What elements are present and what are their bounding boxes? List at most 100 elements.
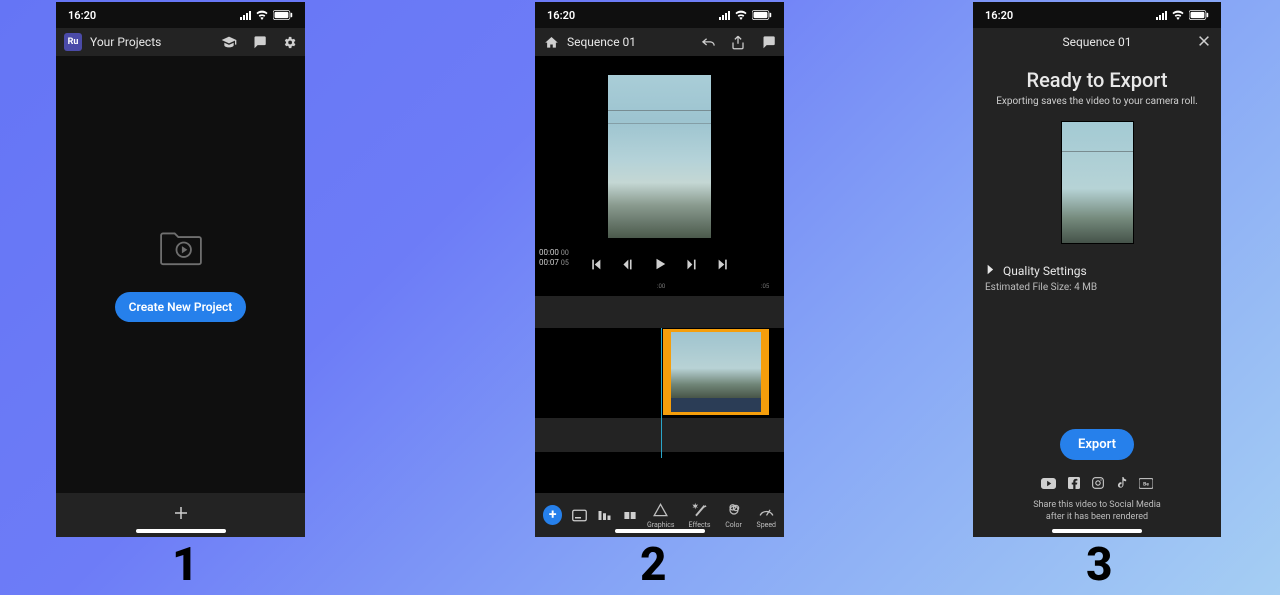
timeline[interactable] xyxy=(535,296,784,493)
quality-settings-row[interactable]: Quality Settings xyxy=(985,264,1209,278)
home-indicator xyxy=(136,529,226,533)
status-time: 16:20 xyxy=(68,9,96,22)
clip-audio xyxy=(666,398,766,412)
wifi-icon xyxy=(255,10,269,20)
clip-trim-right[interactable] xyxy=(761,332,769,412)
clip-thumbnails xyxy=(666,332,766,398)
battery-icon xyxy=(1189,10,1209,20)
timecode: 00:00 00 00:07 05 xyxy=(539,248,569,268)
color-icon xyxy=(725,501,743,519)
status-icons xyxy=(240,10,293,20)
battery-icon xyxy=(752,10,772,20)
ruler-mark: :05 xyxy=(761,283,769,290)
create-project-button[interactable]: Create New Project xyxy=(115,292,247,322)
clip-trim-left[interactable] xyxy=(663,332,671,412)
time-current-frames: 00 xyxy=(561,249,569,257)
editor-screen: 16:20 Sequence 01 00:00 00 00:07 05 xyxy=(535,2,784,537)
instagram-icon[interactable] xyxy=(1092,474,1104,493)
color-label: Color xyxy=(725,521,742,529)
video-preview[interactable] xyxy=(608,75,711,238)
crop-icon[interactable] xyxy=(621,506,639,524)
wifi-icon xyxy=(734,10,748,20)
step-number-2: 2 xyxy=(640,538,667,592)
wifi-icon xyxy=(1171,10,1185,20)
graphics-tool[interactable]: Graphics xyxy=(647,501,675,529)
chat-icon[interactable] xyxy=(760,34,776,50)
editor-topbar: Sequence 01 xyxy=(535,28,784,56)
skip-start-icon[interactable] xyxy=(588,256,604,272)
effects-icon xyxy=(691,501,709,519)
share-note-line1: Share this video to Social Media xyxy=(985,499,1209,511)
close-icon[interactable] xyxy=(1197,34,1211,51)
sequence-title: Sequence 01 xyxy=(567,35,636,49)
ruler-mark: :00 xyxy=(657,283,665,290)
speed-tool[interactable]: Speed xyxy=(757,501,776,529)
undo-icon[interactable] xyxy=(700,34,716,50)
graphics-icon xyxy=(652,501,670,519)
skip-end-icon[interactable] xyxy=(716,256,732,272)
titles-icon[interactable] xyxy=(570,506,588,524)
status-icons xyxy=(719,10,772,20)
transitions-icon[interactable] xyxy=(596,506,614,524)
export-heading: Ready to Export xyxy=(985,68,1209,92)
status-time: 16:20 xyxy=(547,9,575,22)
preview-area xyxy=(535,56,784,246)
empty-track-top[interactable] xyxy=(535,296,784,328)
home-icon[interactable] xyxy=(543,34,559,50)
gear-icon[interactable] xyxy=(281,34,297,50)
export-topbar: Sequence 01 xyxy=(973,28,1221,56)
video-clip[interactable] xyxy=(663,329,769,415)
app-logo[interactable]: Ru xyxy=(64,33,82,51)
cellular-icon xyxy=(719,11,730,20)
add-icon[interactable] xyxy=(172,504,190,526)
status-bar: 16:20 xyxy=(535,2,784,28)
projects-title: Your Projects xyxy=(90,35,161,49)
export-thumbnail xyxy=(1061,121,1134,244)
svg-text:Be: Be xyxy=(1143,481,1149,487)
status-bar: 16:20 xyxy=(56,2,305,28)
effects-label: Effects xyxy=(689,521,711,529)
step-forward-icon[interactable] xyxy=(684,256,700,272)
graphics-label: Graphics xyxy=(647,521,675,529)
empty-track-bottom[interactable] xyxy=(535,418,784,452)
facebook-icon[interactable] xyxy=(1068,474,1080,493)
home-indicator xyxy=(615,529,705,533)
export-button[interactable]: Export xyxy=(1060,429,1134,460)
youtube-icon[interactable] xyxy=(1041,474,1056,493)
color-tool[interactable]: Color xyxy=(725,501,743,529)
social-icons: Be xyxy=(985,474,1209,493)
chat-icon[interactable] xyxy=(251,34,267,50)
battery-icon xyxy=(273,10,293,20)
export-subtitle: Exporting saves the video to your camera… xyxy=(985,96,1209,107)
speed-label: Speed xyxy=(757,521,776,529)
time-total: 00:07 xyxy=(539,258,559,267)
projects-body: Create New Project xyxy=(56,56,305,537)
app-logo-text: Ru xyxy=(68,37,79,47)
playhead[interactable] xyxy=(661,328,662,458)
step-back-icon[interactable] xyxy=(620,256,636,272)
share-note-line2: after it has been rendered xyxy=(985,511,1209,523)
export-body: Ready to Export Exporting saves the vide… xyxy=(973,56,1221,537)
share-note: Share this video to Social Media after i… xyxy=(985,499,1209,523)
projects-topbar: Ru Your Projects xyxy=(56,28,305,56)
status-bar: 16:20 xyxy=(973,2,1221,28)
home-indicator xyxy=(1052,529,1142,533)
share-icon[interactable] xyxy=(730,34,746,50)
projects-screen: 16:20 Ru Your Projects Create New Projec… xyxy=(56,2,305,537)
empty-project-icon xyxy=(158,228,204,270)
playback-controls: 00:00 00 00:07 05 xyxy=(535,246,784,282)
behance-icon[interactable]: Be xyxy=(1139,474,1153,493)
tiktok-icon[interactable] xyxy=(1116,474,1127,493)
video-track[interactable] xyxy=(535,328,784,418)
status-icons xyxy=(1156,10,1209,20)
learn-icon[interactable] xyxy=(221,34,237,50)
effects-tool[interactable]: Effects xyxy=(689,501,711,529)
add-media-button[interactable]: + xyxy=(543,505,562,525)
cellular-icon xyxy=(1156,11,1167,20)
export-title: Sequence 01 xyxy=(1062,35,1131,49)
estimated-size: Estimated File Size: 4 MB xyxy=(985,282,1209,293)
timeline-ruler[interactable]: :00 :05 xyxy=(535,282,784,296)
step-number-1: 1 xyxy=(172,538,199,592)
empty-state: Create New Project xyxy=(56,56,305,493)
play-icon[interactable] xyxy=(652,256,668,272)
